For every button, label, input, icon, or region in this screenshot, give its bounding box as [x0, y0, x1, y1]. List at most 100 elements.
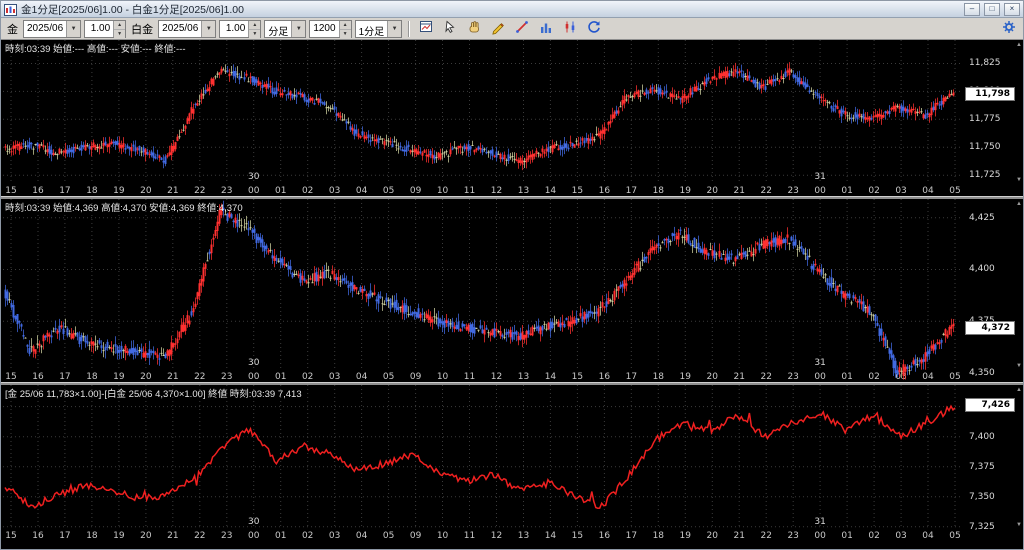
x-axis-label: 23 — [221, 372, 232, 382]
y-axis-tick-label: 11,775 — [969, 114, 1001, 125]
platinum-month-value: 2025/06 — [162, 22, 199, 34]
x-axis-label: 01 — [841, 531, 852, 541]
gold-price-axis[interactable]: ▲ ▼ 11,82511,80011,77511,75011,72511,798 — [963, 40, 1023, 196]
platinum-month-select[interactable]: 2025/06 ▼ — [158, 19, 217, 38]
hand-tool-button[interactable] — [463, 19, 485, 38]
x-axis-label: 02 — [302, 531, 313, 541]
x-axis-label: 17 — [59, 372, 70, 382]
y-axis-tick-label: 11,725 — [969, 170, 1001, 181]
x-axis-label: 15 — [572, 186, 583, 196]
titlebar: 金1分足[2025/06]1.00 - 白金1分足[2025/06]1.00 –… — [1, 1, 1023, 18]
bar-count-value: 1200 — [313, 22, 336, 34]
x-axis-label: 04 — [922, 372, 934, 382]
chart-window-button[interactable] — [415, 19, 437, 38]
x-axis-label: 05 — [383, 186, 394, 196]
x-axis-label: 19 — [680, 531, 692, 541]
y-axis-tick-label: 4,400 — [969, 264, 995, 275]
restore-button[interactable]: □ — [984, 2, 1000, 16]
axis-scroll-up-icon[interactable]: ▲ — [1016, 42, 1022, 48]
cursor-tool-button[interactable] — [439, 19, 461, 38]
pencil-tool-button[interactable] — [487, 19, 509, 38]
platinum-multiplier-value: 1.00 — [225, 22, 246, 34]
bar-type-select[interactable]: 分足 ▼ — [264, 19, 307, 38]
refresh-button[interactable] — [583, 19, 605, 38]
x-axis-label: 01 — [275, 531, 286, 541]
axis-scroll-up-icon[interactable]: ▲ — [1016, 201, 1022, 207]
h-gridlines — [3, 406, 961, 528]
line-draw-tool-button[interactable] — [511, 19, 533, 38]
gold-multiplier-stepper[interactable]: 1.00 ▲ ▼ — [84, 19, 127, 38]
x-axis-label: 16 — [32, 186, 44, 196]
candle-chart-button[interactable] — [559, 19, 581, 38]
minimize-button[interactable]: – — [964, 2, 980, 16]
close-button[interactable]: × — [1004, 2, 1020, 16]
line-draw-icon — [514, 19, 530, 38]
date-marker: 31 — [814, 358, 825, 368]
chevron-down-icon[interactable]: ▼ — [66, 20, 81, 37]
platinum-chart-panel[interactable]: 15 16 17 18 19 20 21 22 23 00 01 02 03 04 05 09 10 11 12 13… — [1, 199, 1023, 382]
spin-up-icon[interactable]: ▲ — [249, 20, 261, 29]
x-axis-label: 02 — [302, 186, 313, 196]
date-marker: 31 — [814, 172, 825, 182]
x-axis-label: 20 — [140, 372, 152, 382]
x-axis-label: 22 — [760, 531, 771, 541]
window-title: 金1分足[2025/06]1.00 - 白金1分足[2025/06]1.00 — [21, 3, 244, 16]
x-axis-label: 00 — [248, 531, 260, 541]
x-axis-label: 18 — [653, 531, 665, 541]
chevron-down-icon[interactable]: ▼ — [387, 20, 402, 37]
y-axis-tick-label: 11,825 — [969, 58, 1001, 69]
platinum-multiplier-stepper[interactable]: 1.00 ▲ ▼ — [219, 19, 262, 38]
platinum-price-axis[interactable]: ▲ ▼ 4,4254,4004,3754,3504,372 — [963, 199, 1023, 382]
x-axis-label: 15 — [5, 531, 16, 541]
chevron-down-icon[interactable]: ▼ — [291, 20, 306, 37]
x-axis-label: 21 — [167, 186, 178, 196]
x-axis-label: 17 — [59, 186, 70, 196]
x-axis-label: 17 — [59, 531, 70, 541]
date-marker: 30 — [248, 358, 260, 368]
x-axis-label: 22 — [194, 531, 205, 541]
settings-button[interactable] — [998, 19, 1019, 38]
chart-area: 15 16 17 18 19 20 21 22 23 00 01 02 03 04 05 09 10 11 12 13… — [1, 40, 1023, 549]
chevron-down-icon[interactable]: ▼ — [201, 20, 216, 37]
spin-down-icon[interactable]: ▼ — [339, 28, 351, 38]
spin-up-icon[interactable]: ▲ — [114, 20, 126, 29]
hand-icon — [466, 19, 482, 38]
x-axis-label: 18 — [86, 186, 98, 196]
axis-scroll-down-icon[interactable]: ▼ — [1016, 177, 1022, 183]
spin-up-icon[interactable]: ▲ — [339, 20, 351, 29]
gold-chart-panel[interactable]: 15 16 17 18 19 20 21 22 23 00 01 02 03 04 05 09 10 11 12 13… — [1, 40, 1023, 196]
axis-scroll-down-icon[interactable]: ▼ — [1016, 522, 1022, 528]
current-price-badge: 7,426 — [965, 398, 1015, 413]
x-axis-label: 17 — [626, 186, 637, 196]
x-axis-label: 11 — [464, 372, 475, 382]
spin-down-icon[interactable]: ▼ — [249, 28, 261, 38]
interval-select[interactable]: 1分足 ▼ — [354, 19, 403, 38]
gold-month-select[interactable]: 2025/06 ▼ — [23, 19, 82, 38]
x-axis-label: 23 — [787, 531, 798, 541]
axis-scroll-up-icon[interactable]: ▲ — [1016, 387, 1022, 393]
spread-chart-panel[interactable]: 15 16 17 18 19 20 21 22 23 00 01 02 03 04 05 09 10 11 12 13… — [1, 385, 1023, 541]
x-axis-label: 01 — [275, 372, 286, 382]
x-axis-label: 23 — [221, 186, 232, 196]
bar-count-stepper[interactable]: 1200 ▲ ▼ — [309, 19, 352, 38]
x-axis-label: 21 — [734, 186, 745, 196]
spin-down-icon[interactable]: ▼ — [114, 28, 126, 38]
current-price-badge: 4,372 — [965, 320, 1015, 335]
x-axis-label: 16 — [599, 372, 611, 382]
x-axis-label: 13 — [518, 531, 529, 541]
spread-price-axis[interactable]: ▲ ▼ 7,4257,4007,3757,3507,3257,426 — [963, 385, 1023, 541]
chart-window-icon — [418, 19, 434, 38]
v-gridlines — [10, 199, 956, 369]
x-axis-label: 22 — [194, 372, 205, 382]
v-gridlines — [10, 40, 956, 183]
x-axis-label: 22 — [760, 372, 771, 382]
x-axis-label: 01 — [275, 186, 286, 196]
y-axis-tick-label: 4,350 — [969, 368, 995, 379]
x-axis-label: 18 — [653, 372, 665, 382]
pencil-icon — [490, 19, 506, 38]
down-candle-bodies — [22, 70, 943, 164]
axis-scroll-down-icon[interactable]: ▼ — [1016, 363, 1022, 369]
x-axis-label: 05 — [949, 531, 960, 541]
bar-chart-button[interactable] — [535, 19, 557, 38]
x-axis-label: 18 — [86, 531, 98, 541]
